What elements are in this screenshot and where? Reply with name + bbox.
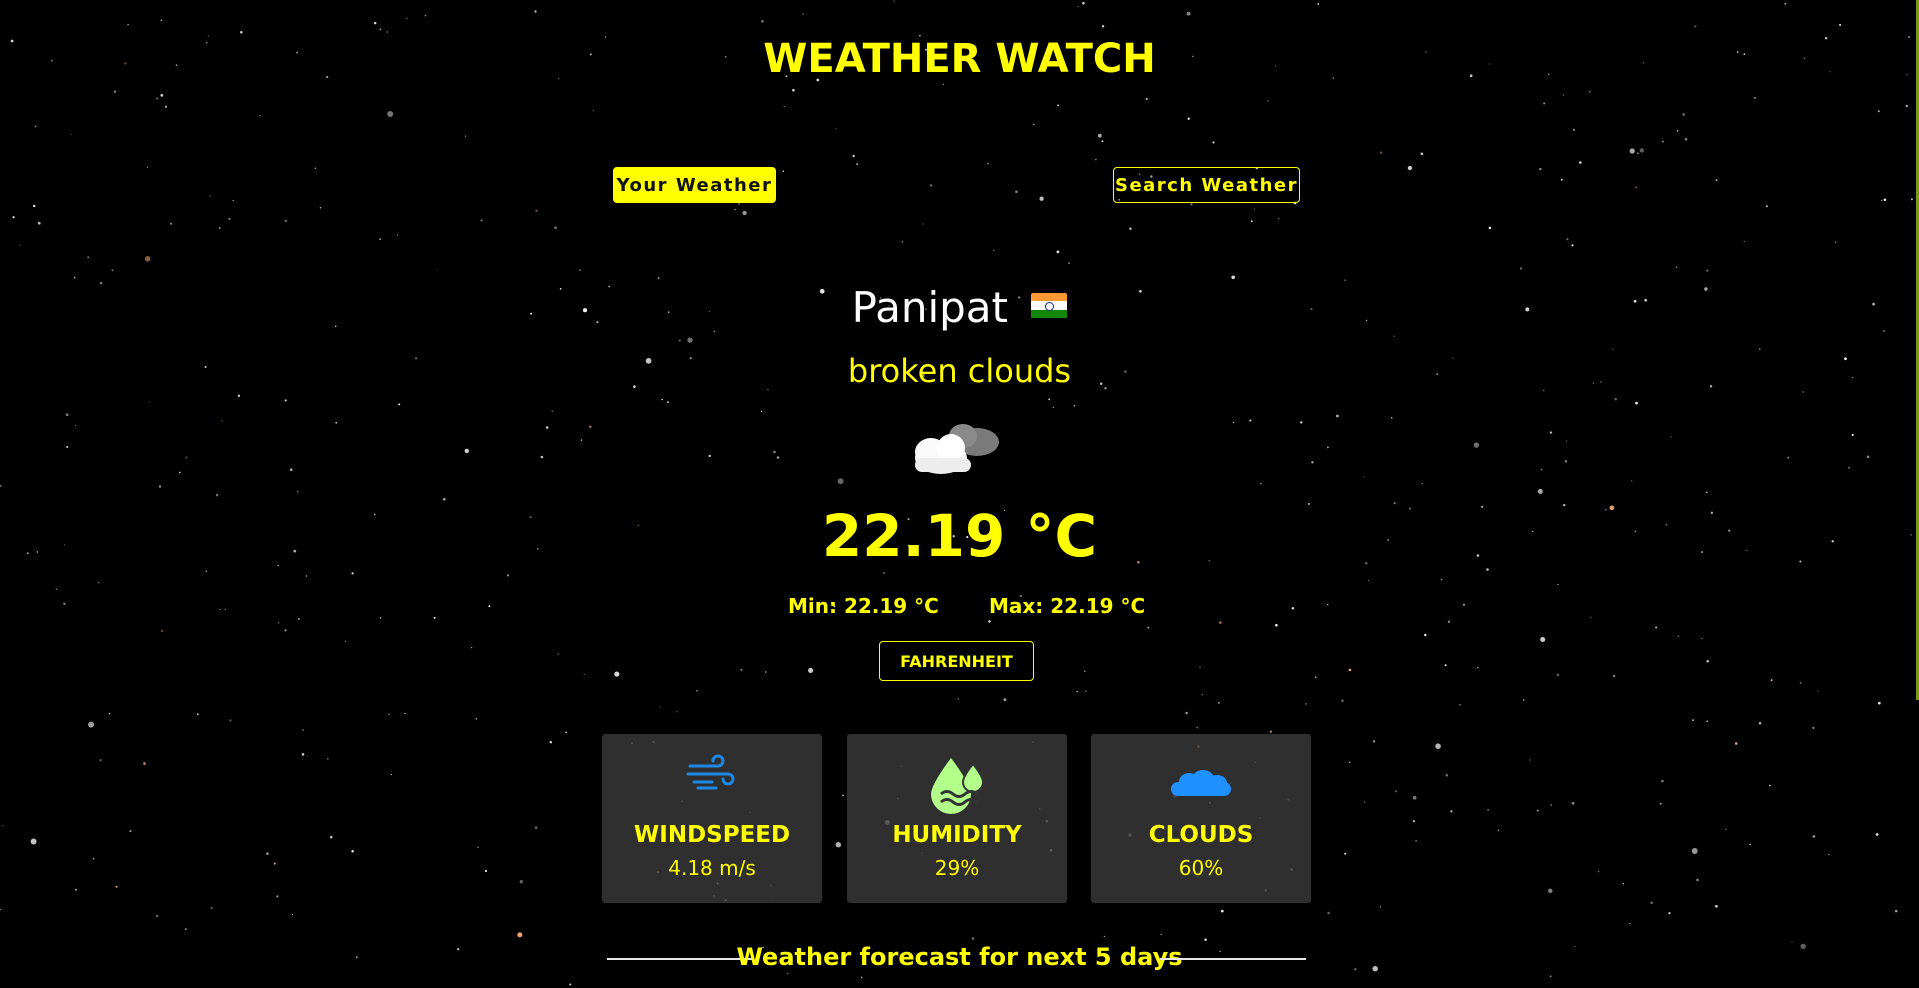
humidity-card: HUMIDITY 29% bbox=[847, 734, 1067, 903]
weather-description: broken clouds bbox=[847, 352, 1072, 390]
india-flag-icon bbox=[1031, 292, 1068, 319]
clouds-card: CLOUDS 60% bbox=[1091, 734, 1311, 903]
app-title: WEATHER WATCH bbox=[763, 36, 1156, 82]
broken-clouds-icon bbox=[915, 424, 999, 474]
tab-your-weather[interactable]: Your Weather bbox=[613, 167, 776, 203]
fahrenheit-toggle-button[interactable]: FAHRENHEIT bbox=[879, 641, 1034, 681]
humidity-value: 29% bbox=[934, 856, 980, 880]
windspeed-card: WINDSPEED 4.18 m/s bbox=[602, 734, 822, 903]
min-temperature: Min: 22.19 °C bbox=[788, 594, 939, 618]
wind-icon bbox=[686, 754, 735, 790]
forecast-heading: Weather forecast for next 5 days bbox=[736, 943, 1183, 971]
current-temperature: 22.19 °C bbox=[821, 502, 1098, 570]
weather-page: WEATHER WATCH Your Weather Search Weathe… bbox=[0, 0, 1919, 988]
tab-search-weather[interactable]: Search Weather bbox=[1113, 167, 1300, 203]
max-temperature: Max: 22.19 °C bbox=[989, 594, 1146, 618]
clouds-value: 60% bbox=[1178, 856, 1224, 880]
windspeed-label: WINDSPEED bbox=[633, 822, 791, 848]
city-heading: Panipat bbox=[0, 283, 1919, 332]
forecast-divider-right bbox=[1160, 958, 1306, 960]
cloud-icon bbox=[1171, 770, 1231, 796]
humidity-label: HUMIDITY bbox=[892, 822, 1022, 848]
windspeed-value: 4.18 m/s bbox=[668, 856, 756, 880]
humidity-icon bbox=[931, 758, 985, 814]
clouds-label: CLOUDS bbox=[1148, 822, 1254, 848]
city-name: Panipat bbox=[851, 283, 1008, 332]
